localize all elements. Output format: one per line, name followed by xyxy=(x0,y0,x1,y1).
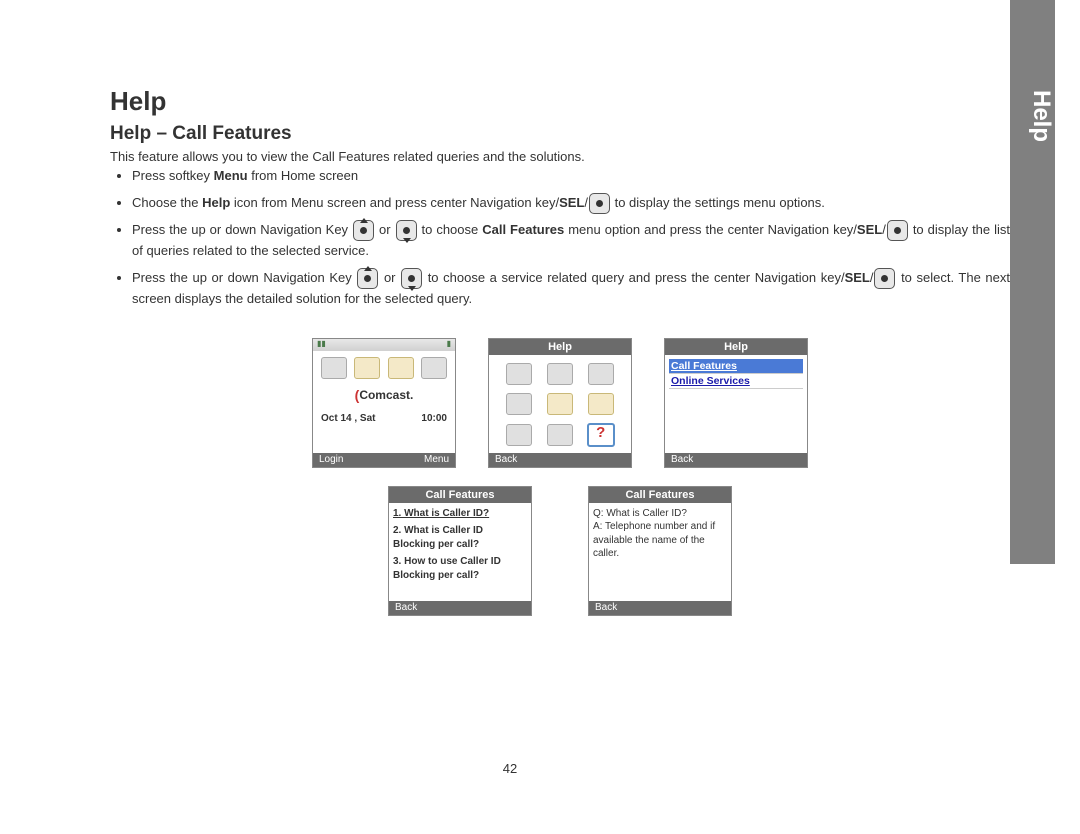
softkey-bar: Back xyxy=(489,453,631,467)
list-item-call-features[interactable]: Call Features xyxy=(669,359,803,374)
home-icon xyxy=(354,357,380,379)
instruction-item: Choose the Help icon from Menu screen an… xyxy=(132,193,1010,214)
nav-up-icon xyxy=(353,220,374,241)
menu-icon[interactable] xyxy=(547,424,573,446)
softkey-back[interactable]: Back xyxy=(395,601,417,615)
screen-title: Call Features xyxy=(389,487,531,503)
softkey-bar: Back xyxy=(389,601,531,615)
intro-text: This feature allows you to view the Call… xyxy=(110,149,1010,164)
nav-center-icon xyxy=(887,220,908,241)
screen-title: Help xyxy=(489,339,631,355)
nav-down-icon xyxy=(396,220,417,241)
page-title: Help xyxy=(110,86,1010,117)
sidebar-help-tab: Help xyxy=(1010,0,1055,564)
page-number: 42 xyxy=(0,761,1020,776)
softkey-back[interactable]: Back xyxy=(595,601,617,615)
page-content: Help Help – Call Features This feature a… xyxy=(110,86,1010,616)
phone-screen-cf-list: Call Features 1. What is Caller ID? 2. W… xyxy=(388,486,532,616)
list-item-online-services[interactable]: Online Services xyxy=(669,374,803,389)
instruction-item: Press softkey Menu from Home screen xyxy=(132,166,1010,187)
list-item[interactable]: 1. What is Caller ID? xyxy=(393,507,527,521)
menu-icon[interactable] xyxy=(588,393,614,415)
nav-down-icon xyxy=(401,268,422,289)
menu-icon[interactable] xyxy=(588,363,614,385)
phone-screen-help-list: Help Call Features Online Services Back xyxy=(664,338,808,468)
list-item[interactable]: 3. How to use Caller ID Blocking per cal… xyxy=(393,555,527,582)
screenshot-row-1: ▮▮▮ Comcast. Oct 14 , Sat 10:00 Login Me… xyxy=(110,338,1010,468)
menu-icon[interactable] xyxy=(506,393,532,415)
section-title: Help – Call Features xyxy=(110,123,1010,145)
softkey-right[interactable]: Menu xyxy=(424,453,449,467)
brand-logo: Comcast. xyxy=(317,387,451,403)
phone-screen-home: ▮▮▮ Comcast. Oct 14 , Sat 10:00 Login Me… xyxy=(312,338,456,468)
home-icon xyxy=(421,357,447,379)
menu-icon[interactable] xyxy=(547,363,573,385)
help-icon[interactable] xyxy=(587,423,615,447)
softkey-bar: Back xyxy=(665,453,807,467)
instruction-item: Press the up or down Navigation Key or t… xyxy=(132,220,1010,262)
home-icon xyxy=(321,357,347,379)
menu-icon[interactable] xyxy=(506,424,532,446)
nav-center-icon xyxy=(874,268,895,289)
phone-screen-cf-detail: Call Features Q: What is Caller ID? A: T… xyxy=(588,486,732,616)
status-bar: ▮▮▮ xyxy=(313,339,455,351)
softkey-bar: Login Menu xyxy=(313,453,455,467)
screen-title: Call Features xyxy=(589,487,731,503)
softkey-left[interactable]: Login xyxy=(319,453,343,467)
screen-title: Help xyxy=(665,339,807,355)
screenshot-row-2: Call Features 1. What is Caller ID? 2. W… xyxy=(110,486,1010,616)
menu-icon[interactable] xyxy=(547,393,573,415)
instruction-list: Press softkey Menu from Home screen Choo… xyxy=(110,166,1010,310)
question-list: 1. What is Caller ID? 2. What is Caller … xyxy=(393,507,527,583)
nav-up-icon xyxy=(357,268,378,289)
phone-screen-menu: Help Back xyxy=(488,338,632,468)
softkey-back[interactable]: Back xyxy=(495,453,517,467)
date-time-row: Oct 14 , Sat 10:00 xyxy=(317,413,451,424)
softkey-back[interactable]: Back xyxy=(671,453,693,467)
menu-icon-grid xyxy=(493,359,627,451)
softkey-bar: Back xyxy=(589,601,731,615)
answer-text: Q: What is Caller ID? A: Telephone numbe… xyxy=(593,507,727,561)
nav-center-icon xyxy=(589,193,610,214)
home-icon xyxy=(388,357,414,379)
home-icon-row xyxy=(317,355,451,381)
instruction-item: Press the up or down Navigation Key or t… xyxy=(132,268,1010,310)
menu-icon[interactable] xyxy=(506,363,532,385)
list-item[interactable]: 2. What is Caller ID Blocking per call? xyxy=(393,524,527,551)
help-menu-list: Call Features Online Services xyxy=(669,359,803,389)
